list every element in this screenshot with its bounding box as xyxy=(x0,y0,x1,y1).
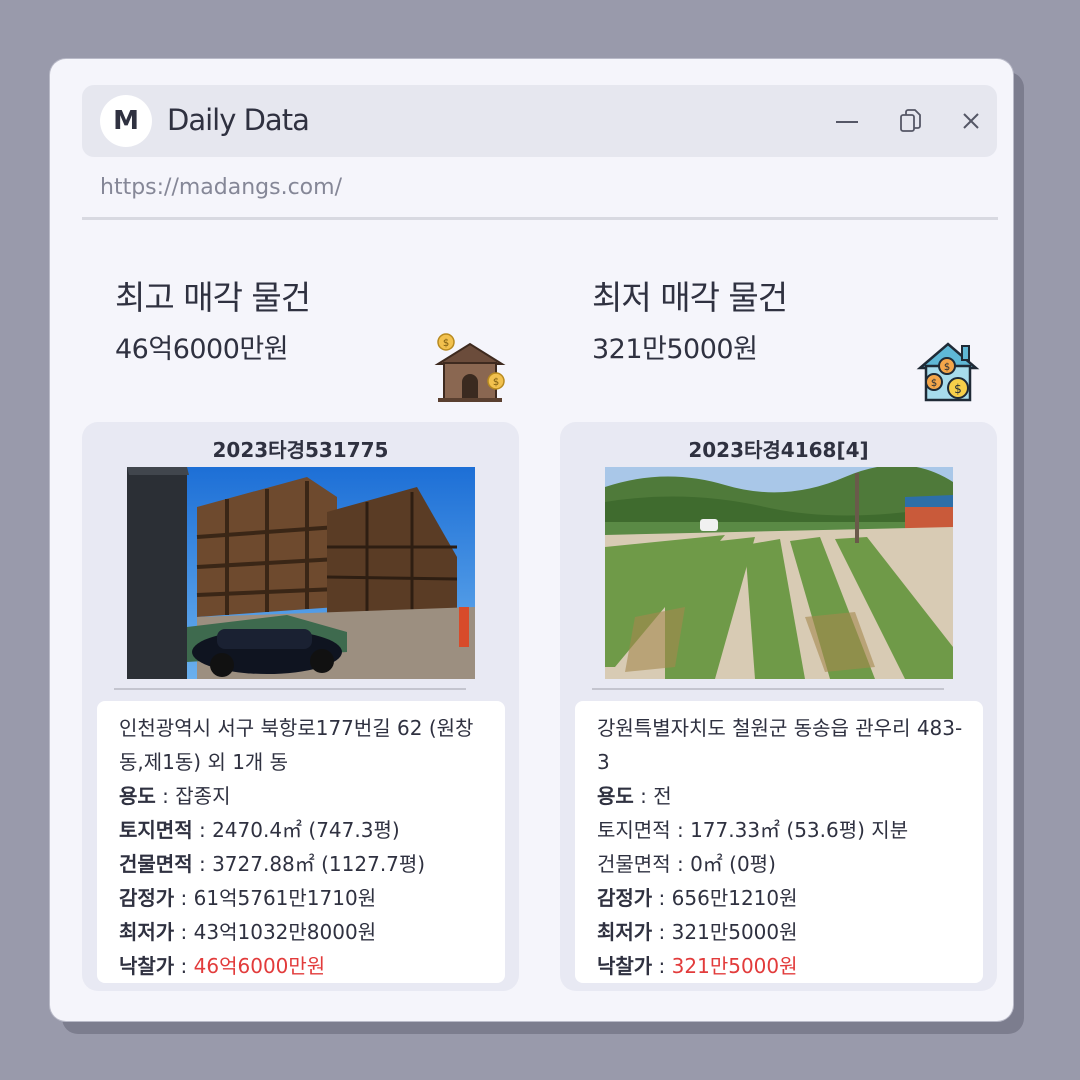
app-title: Daily Data xyxy=(167,103,310,137)
minimize-button[interactable] xyxy=(831,105,863,137)
minimum-price-value: : 321만5000원 xyxy=(652,920,798,944)
highest-sale-heading: 최고 매각 물건 xyxy=(115,278,311,317)
close-button[interactable] xyxy=(955,105,987,137)
winning-bid-separator: : xyxy=(174,954,194,978)
property-address: 강원특별자치도 철원군 동송읍 관우리 483-3 xyxy=(597,716,963,774)
property-address: 인천광역시 서구 북항로177번길 62 (원창동,제1동) 외 1개 동 xyxy=(119,716,474,774)
winning-bid-separator: : xyxy=(652,954,672,978)
winning-bid-label: 낙찰가 xyxy=(119,954,175,978)
land-area-row: 토지면적 : 2470.4㎡ (747.3평) xyxy=(119,813,505,847)
winning-bid-label: 낙찰가 xyxy=(597,954,653,978)
case-number: 2023타경531775 xyxy=(212,438,389,462)
header-divider xyxy=(82,217,998,220)
svg-text:$: $ xyxy=(443,338,449,349)
building-area-value: : 3727.88㎡ (1127.7평) xyxy=(192,852,426,876)
svg-text:$: $ xyxy=(931,378,937,389)
building-area-row: 건물면적 : 3727.88㎡ (1127.7평) xyxy=(119,847,505,881)
appraisal-row: 감정가 : 61억5761만1710원 xyxy=(119,881,505,915)
use-label: 용도 xyxy=(119,784,156,808)
photo-divider xyxy=(114,688,466,690)
minimum-price-label: 최저가 xyxy=(119,920,175,944)
minimize-icon xyxy=(836,121,858,123)
use-row: 용도 : 전 xyxy=(597,779,983,813)
building-area-row: 건물면적 : 0㎡ (0평) xyxy=(597,847,983,881)
building-area-label: 건물면적 xyxy=(597,852,671,876)
svg-text:$: $ xyxy=(954,382,962,396)
use-value: : 전 xyxy=(633,784,672,808)
use-value: : 잡종지 xyxy=(155,784,231,808)
land-area-value: : 2470.4㎡ (747.3평) xyxy=(192,818,400,842)
winning-bid-row: 낙찰가 : 321만5000원 xyxy=(597,949,983,983)
building-area-label: 건물면적 xyxy=(119,852,193,876)
copy-button[interactable] xyxy=(895,105,927,137)
lowest-sale-heading: 최저 매각 물건 xyxy=(592,278,788,317)
appraisal-label: 감정가 xyxy=(597,886,653,910)
land-area-value: : 177.33㎡ (53.6평) 지분 xyxy=(670,818,909,842)
lowest-sale-card[interactable]: 2023타경4168[4] 강원특별자치도 철원군 동송읍 관우리 483-3 … xyxy=(560,422,997,991)
title-bar[interactable]: M Daily Data xyxy=(82,85,997,157)
appraisal-row: 감정가 : 656만1210원 xyxy=(597,881,983,915)
close-icon xyxy=(963,113,979,129)
property-info: 인천광역시 서구 북항로177번길 62 (원창동,제1동) 외 1개 동 용도… xyxy=(97,701,505,983)
copy-icon xyxy=(900,109,921,132)
house-with-coins-icon: $ $ xyxy=(434,333,506,402)
use-row: 용도 : 잡종지 xyxy=(119,779,505,813)
minimum-price-value: : 43억1032만8000원 xyxy=(174,920,377,944)
appraisal-value: : 656만1210원 xyxy=(652,886,798,910)
property-info: 강원특별자치도 철원군 동송읍 관우리 483-3 용도 : 전 토지면적 : … xyxy=(575,701,983,983)
house-with-dollar-coins-icon: $ $ $ xyxy=(916,342,980,402)
app-logo: M xyxy=(100,95,152,147)
use-label: 용도 xyxy=(597,784,634,808)
highest-sale-card[interactable]: 2023타경531775 인천광역시 서구 북항로177번길 62 (원창동,제… xyxy=(82,422,519,991)
lowest-sale-price: 321만5000원 xyxy=(592,334,758,365)
winning-bid-value: 321만5000원 xyxy=(671,954,798,978)
winning-bid-value: 46억6000만원 xyxy=(193,954,326,978)
land-area-label: 토지면적 xyxy=(119,818,193,842)
land-area-row: 토지면적 : 177.33㎡ (53.6평) 지분 xyxy=(597,813,983,847)
property-photo xyxy=(127,467,475,679)
case-number: 2023타경4168[4] xyxy=(688,438,869,462)
photo-divider xyxy=(592,688,944,690)
url-text[interactable]: https://madangs.com/ xyxy=(100,175,342,200)
appraisal-label: 감정가 xyxy=(119,886,175,910)
minimum-price-label: 최저가 xyxy=(597,920,653,944)
land-area-label: 토지면적 xyxy=(597,818,671,842)
property-photo xyxy=(605,467,953,679)
highest-sale-price: 46억6000만원 xyxy=(115,334,289,365)
app-window: M Daily Data https://madangs.com/ 최고 매각 … xyxy=(50,59,1013,1021)
appraisal-value: : 61억5761만1710원 xyxy=(174,886,377,910)
svg-text:$: $ xyxy=(493,377,499,388)
minimum-price-row: 최저가 : 43억1032만8000원 xyxy=(119,915,505,949)
minimum-price-row: 최저가 : 321만5000원 xyxy=(597,915,983,949)
svg-text:$: $ xyxy=(944,362,950,373)
building-area-value: : 0㎡ (0평) xyxy=(670,852,776,876)
winning-bid-row: 낙찰가 : 46억6000만원 xyxy=(119,949,505,983)
